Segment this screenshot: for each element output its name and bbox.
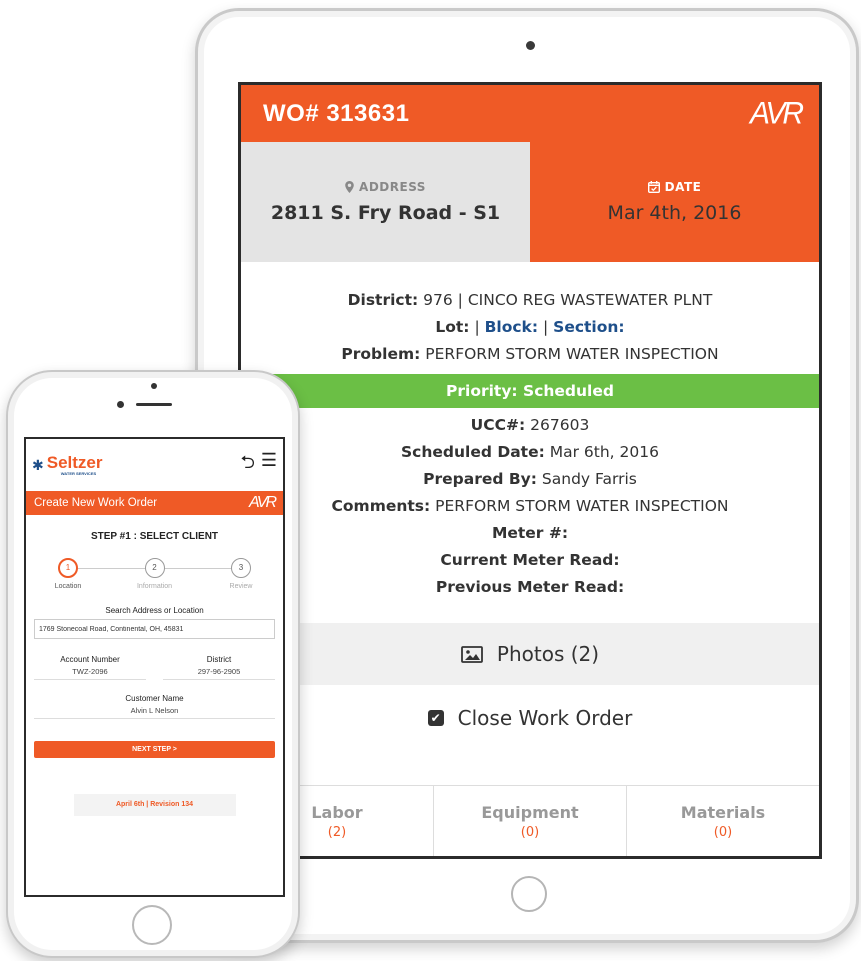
- water-drop-icon: ✱: [32, 456, 44, 473]
- seltzer-logo: ✱ Seltzer WATER SERVICES: [32, 454, 102, 476]
- ucc-line: UCC#: 267603: [470, 416, 590, 434]
- account-district-row: Account Number TWZ-2096 District 297-96-…: [26, 655, 283, 680]
- comments-line: Comments: PERFORM STORM WATER INSPECTION: [331, 497, 729, 515]
- tab-count: (2): [327, 824, 347, 840]
- phone-app-header: ✱ Seltzer WATER SERVICES ⮌ ☰: [26, 439, 283, 491]
- prepared-by-line: Prepared By: Sandy Farris: [423, 470, 637, 488]
- bar-title: Create New Work Order: [34, 497, 158, 509]
- lot-block-section-line: Lot: | Block: | Section:: [435, 318, 625, 336]
- address-date-panel: ADDRESS 2811 S. Fry Road - S1 DATE Mar 4…: [241, 142, 819, 262]
- tab-count: (0): [520, 824, 540, 840]
- phone-camera: [151, 383, 157, 389]
- next-step-button[interactable]: NEXT STEP >: [34, 741, 275, 758]
- date-label-row: DATE: [647, 180, 702, 194]
- tab-label: Materials: [680, 802, 766, 822]
- avr-logo: AVR: [248, 494, 277, 511]
- tab-label: Labor: [311, 802, 363, 822]
- date-value: Mar 4th, 2016: [607, 202, 742, 224]
- step-location[interactable]: 1 Location: [46, 558, 90, 590]
- step-information[interactable]: 2 Information: [133, 558, 177, 590]
- step-label: Location: [54, 583, 82, 590]
- image-icon: [461, 645, 483, 663]
- date-block: DATE Mar 4th, 2016: [530, 142, 819, 262]
- search-label: Search Address or Location: [105, 606, 204, 615]
- tablet-home-button[interactable]: [511, 876, 547, 912]
- phone-home-button[interactable]: [132, 905, 172, 945]
- meter-line: Meter #:: [491, 524, 569, 542]
- tab-materials[interactable]: Materials (0): [626, 786, 819, 856]
- step-number: 3: [231, 558, 251, 578]
- revision-stamp: April 6th | Revision 134: [73, 794, 236, 816]
- work-order-details: District: 976 | CINCO REG WASTEWATER PLN…: [241, 262, 819, 368]
- brand-name: Seltzer: [46, 453, 103, 472]
- search-block: Search Address or Location: [26, 606, 283, 639]
- district-value: 297-96-2905: [163, 667, 275, 680]
- current-meter-line: Current Meter Read:: [440, 551, 620, 569]
- customer-field[interactable]: Customer Name Alvin L Nelson: [26, 694, 283, 719]
- customer-value: Alvin L Nelson: [34, 706, 275, 719]
- work-order-details-secondary: UCC#: 267603 Scheduled Date: Mar 6th, 20…: [241, 412, 819, 601]
- close-work-order-label: Close Work Order: [457, 706, 633, 730]
- account-value: TWZ-2096: [34, 667, 146, 680]
- account-field[interactable]: Account Number TWZ-2096: [34, 655, 146, 680]
- step-label: Review: [229, 583, 253, 590]
- priority-banner: Priority: Scheduled: [241, 374, 819, 408]
- close-work-order-toggle[interactable]: ✔ Close Work Order: [241, 685, 819, 751]
- tablet-screen: WO# 313631 AVR ADDRESS 2811 S. Fry Road …: [238, 82, 822, 859]
- date-label: DATE: [664, 180, 702, 194]
- previous-meter-line: Previous Meter Read:: [435, 578, 625, 596]
- step-label: Information: [136, 583, 173, 590]
- problem-line: Problem: PERFORM STORM WATER INSPECTION: [341, 345, 719, 363]
- header-actions: ⮌ ☰: [240, 450, 277, 480]
- avr-logo: AVR: [749, 95, 804, 131]
- customer-label: Customer Name: [125, 694, 184, 703]
- tab-equipment[interactable]: Equipment (0): [433, 786, 626, 856]
- scheduled-date-line: Scheduled Date: Mar 6th, 2016: [401, 443, 659, 461]
- address-label-row: ADDRESS: [345, 180, 426, 194]
- district-field[interactable]: District 297-96-2905: [163, 655, 275, 680]
- tab-label: Equipment: [481, 802, 579, 822]
- photos-label: Photos (2): [496, 642, 600, 666]
- resource-tabs: Labor (2) Equipment (0) Materials (0): [241, 785, 819, 856]
- address-label: ADDRESS: [359, 180, 426, 194]
- step-title: STEP #1 : SELECT CLIENT: [90, 531, 219, 542]
- checkbox-checked-icon[interactable]: ✔: [427, 710, 444, 726]
- search-input[interactable]: [34, 619, 275, 639]
- step-review[interactable]: 3 Review: [219, 558, 263, 590]
- photos-button[interactable]: Photos (2): [241, 623, 819, 685]
- calendar-check-icon: [647, 181, 660, 193]
- phone-speaker: [136, 403, 172, 406]
- step-number: 2: [144, 558, 165, 578]
- step-progress: 1 Location 2 Information 3 Review: [26, 558, 283, 590]
- work-order-number: WO# 313631: [263, 99, 410, 127]
- phone-sensor: [117, 401, 124, 408]
- hamburger-menu-icon[interactable]: ☰: [261, 450, 277, 480]
- brand-subtitle: WATER SERVICES: [60, 471, 97, 476]
- account-label: Account Number: [60, 655, 120, 664]
- phone-screen: ✱ Seltzer WATER SERVICES ⮌ ☰ Create New …: [24, 437, 285, 897]
- reply-arrow-icon[interactable]: ⮌: [240, 450, 254, 480]
- address-value: 2811 S. Fry Road - S1: [270, 202, 501, 224]
- address-block: ADDRESS 2811 S. Fry Road - S1: [241, 142, 530, 262]
- map-marker-icon: [345, 181, 354, 193]
- create-work-order-bar: Create New Work Order AVR: [26, 491, 283, 515]
- tablet-camera: [526, 41, 535, 50]
- tab-count: (0): [713, 824, 733, 840]
- district-label: District: [206, 655, 232, 664]
- district-line: District: 976 | CINCO REG WASTEWATER PLN…: [347, 291, 713, 309]
- work-order-header: WO# 313631 AVR: [241, 85, 819, 142]
- step-number: 1: [58, 558, 78, 578]
